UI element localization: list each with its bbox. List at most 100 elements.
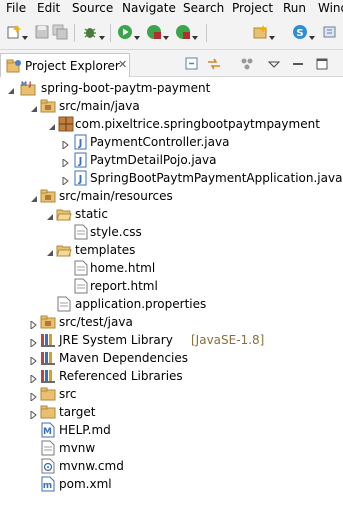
tree-row-file[interactable]: J PaymentController.java xyxy=(0,133,343,151)
tab-project-explorer[interactable]: Project Explorer ✕ xyxy=(0,53,130,77)
tree-row-target[interactable]: target xyxy=(0,403,343,421)
expanded-twisty-icon[interactable] xyxy=(46,210,54,220)
menu-project[interactable]: Project xyxy=(232,0,273,16)
run-icon[interactable] xyxy=(117,24,133,40)
menu-file[interactable]: File xyxy=(6,0,26,16)
tree-label: home.html xyxy=(90,261,156,275)
package-icon xyxy=(58,116,74,132)
toolbar-separator xyxy=(110,24,111,42)
expanded-twisty-icon[interactable] xyxy=(48,120,56,130)
collapse-all-icon[interactable] xyxy=(184,56,200,72)
chevron-down-icon[interactable] xyxy=(134,30,140,40)
collapsed-twisty-icon[interactable] xyxy=(30,354,38,367)
file-icon xyxy=(56,296,72,312)
tree-label: mvnw xyxy=(59,441,96,455)
open-type-icon[interactable] xyxy=(322,24,338,40)
tree-row-file[interactable]: mvnw.cmd xyxy=(0,457,343,475)
external-tools-icon[interactable] xyxy=(175,24,191,40)
file-icon xyxy=(73,224,89,240)
close-icon[interactable]: ✕ xyxy=(118,58,127,71)
chevron-down-icon[interactable] xyxy=(99,30,105,40)
tree-row-package[interactable]: com.pixeltrice.springbootpaytmpayment xyxy=(0,115,343,133)
tree-row-file[interactable]: application.properties xyxy=(0,295,343,313)
new-class-icon[interactable]: S xyxy=(292,24,308,40)
tree-label: com.pixeltrice.springbootpaytmpayment xyxy=(75,117,320,131)
menu-source[interactable]: Source xyxy=(72,0,113,16)
tree-row-jre[interactable]: JRE System Library [JavaSE-1.8] xyxy=(0,331,343,349)
tree-label: src/main/java xyxy=(59,99,140,113)
tree-row-file[interactable]: home.html xyxy=(0,259,343,277)
tree-row-src-main-resources[interactable]: src/main/resources xyxy=(0,187,343,205)
chevron-down-icon[interactable] xyxy=(22,30,28,40)
tree-row-src[interactable]: src xyxy=(0,385,343,403)
menu-search[interactable]: Search xyxy=(183,0,224,16)
pom-file-icon: m xyxy=(40,476,56,492)
tree-row-file[interactable]: M HELP.md xyxy=(0,421,343,439)
collapsed-twisty-icon[interactable] xyxy=(62,138,70,151)
tree-label: src xyxy=(59,387,77,401)
new-icon[interactable] xyxy=(6,24,22,40)
collapsed-twisty-icon[interactable] xyxy=(30,408,38,421)
svg-text:M: M xyxy=(43,427,52,437)
svg-text:m: m xyxy=(43,481,52,491)
toolbar-separator xyxy=(206,24,207,42)
collapsed-twisty-icon[interactable] xyxy=(62,156,70,169)
tree-label: SpringBootPaytmPaymentApplication.java xyxy=(90,171,343,185)
tree-row-file[interactable]: J PaytmDetailPojo.java xyxy=(0,151,343,169)
minimize-icon[interactable] xyxy=(290,56,306,72)
menu-bar: File Edit Source Navigate Search Project… xyxy=(0,0,343,16)
link-with-editor-icon[interactable] xyxy=(206,56,222,72)
tree-row-src-test-java[interactable]: src/test/java xyxy=(0,313,343,331)
chevron-down-icon[interactable] xyxy=(269,30,275,40)
tree-row-project[interactable]: MJ spring-boot-paytm-payment xyxy=(0,79,343,97)
tree-row-maven[interactable]: Maven Dependencies xyxy=(0,349,343,367)
expanded-twisty-icon[interactable] xyxy=(46,246,54,256)
svg-text:M: M xyxy=(21,81,27,88)
svg-text:J: J xyxy=(78,174,83,185)
menu-navigate[interactable]: Navigate xyxy=(122,0,176,16)
collapsed-twisty-icon[interactable] xyxy=(30,336,38,349)
maximize-icon[interactable] xyxy=(314,56,330,72)
save-all-icon[interactable] xyxy=(52,24,68,40)
chevron-down-icon[interactable] xyxy=(192,30,198,40)
filter-icon[interactable] xyxy=(239,56,255,72)
coverage-icon[interactable] xyxy=(146,24,162,40)
java-file-icon: J xyxy=(73,152,89,168)
menu-edit[interactable]: Edit xyxy=(37,0,60,16)
tree-row-file[interactable]: J SpringBootPaytmPaymentApplication.java xyxy=(0,169,343,187)
tree-row-file[interactable]: style.css xyxy=(0,223,343,241)
file-icon xyxy=(73,278,89,294)
tree-row-ref-libs[interactable]: Referenced Libraries xyxy=(0,367,343,385)
tree-row-file[interactable]: report.html xyxy=(0,277,343,295)
collapsed-twisty-icon[interactable] xyxy=(30,318,38,331)
expanded-twisty-icon[interactable] xyxy=(30,102,38,112)
tree-row-file[interactable]: mvnw xyxy=(0,439,343,457)
tree-row-templates[interactable]: templates xyxy=(0,241,343,259)
chevron-down-icon[interactable] xyxy=(309,30,315,40)
tree-row-file[interactable]: m pom.xml xyxy=(0,475,343,493)
tree-label: target xyxy=(59,405,96,419)
folder-open-icon xyxy=(56,242,72,258)
project-tree: MJ spring-boot-paytm-payment src/main/ja… xyxy=(0,78,343,513)
tree-label: PaytmDetailPojo.java xyxy=(90,153,217,167)
view-menu-icon[interactable] xyxy=(266,56,282,72)
chevron-down-icon[interactable] xyxy=(163,30,169,40)
expanded-twisty-icon[interactable] xyxy=(7,84,15,94)
collapsed-twisty-icon[interactable] xyxy=(62,174,70,187)
svg-text:S: S xyxy=(296,28,303,39)
tree-row-src-main-java[interactable]: src/main/java xyxy=(0,97,343,115)
menu-run[interactable]: Run xyxy=(283,0,306,16)
source-folder-icon xyxy=(40,188,56,204)
svg-text:J: J xyxy=(28,81,31,88)
save-icon[interactable] xyxy=(34,24,50,40)
markdown-file-icon: M xyxy=(40,422,56,438)
collapsed-twisty-icon[interactable] xyxy=(30,390,38,403)
debug-icon[interactable] xyxy=(82,24,98,40)
expanded-twisty-icon[interactable] xyxy=(30,192,38,202)
tree-row-static[interactable]: static xyxy=(0,205,343,223)
menu-window[interactable]: Wind xyxy=(318,0,343,16)
tree-label: report.html xyxy=(90,279,158,293)
tree-label: pom.xml xyxy=(59,477,112,491)
new-java-project-icon[interactable] xyxy=(252,24,268,40)
collapsed-twisty-icon[interactable] xyxy=(30,372,38,385)
